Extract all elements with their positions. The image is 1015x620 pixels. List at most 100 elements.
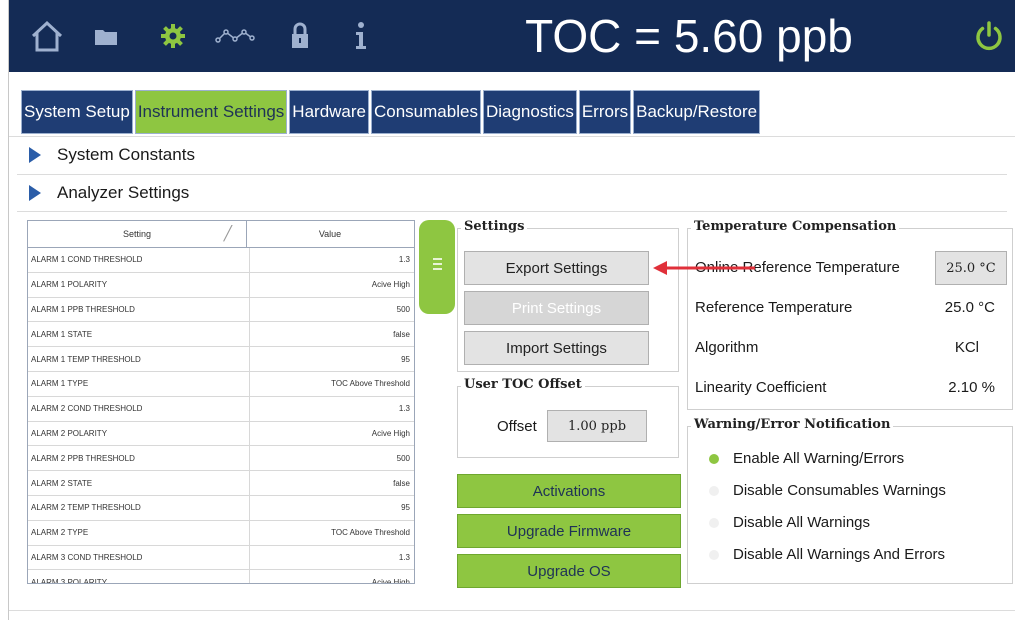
table-row[interactable]: ALARM 1 TEMP THRESHOLD 95 xyxy=(28,347,414,372)
divider xyxy=(9,610,1015,611)
expand-arrow-icon xyxy=(29,147,41,163)
section-label: Analyzer Settings xyxy=(57,183,190,202)
setting-name-cell: ALARM 1 STATE xyxy=(28,322,250,347)
offset-label: Offset xyxy=(497,418,537,435)
radio-disable-all-warnings[interactable]: Disable All Warnings xyxy=(709,514,870,531)
tab-consumables[interactable]: Consumables xyxy=(371,90,481,134)
info-icon[interactable] xyxy=(349,16,373,56)
setting-value-cell: TOC Above Threshold xyxy=(331,379,410,389)
setting-name-cell: ALARM 1 TEMP THRESHOLD xyxy=(28,347,250,371)
setting-value-cell: 500 xyxy=(396,453,410,463)
settings-table: Setting ╱ Value ALARM 1 COND THRESHOLD 1.… xyxy=(27,220,415,584)
offset-input[interactable]: 1.00 ppb xyxy=(547,410,647,442)
algorithm-label: Algorithm xyxy=(695,339,759,356)
setting-name-cell: ALARM 2 STATE xyxy=(28,471,250,495)
table-row[interactable]: ALARM 2 TYPE TOC Above Threshold xyxy=(28,520,414,546)
setting-name-cell: ALARM 1 COND THRESHOLD xyxy=(28,248,250,272)
upgrade-os-button[interactable]: Upgrade OS xyxy=(457,554,681,588)
divider xyxy=(17,211,1007,212)
setting-name-cell: ALARM 2 COND THRESHOLD xyxy=(28,396,250,421)
table-row[interactable]: ALARM 1 TYPE TOC Above Threshold xyxy=(28,371,414,397)
setting-value-cell: false xyxy=(393,478,410,488)
grip-icon xyxy=(433,258,442,270)
setting-value-cell: Acive High xyxy=(371,280,410,290)
section-label: System Constants xyxy=(57,145,195,164)
table-header: Setting ╱ Value xyxy=(28,221,414,248)
setting-name-cell: ALARM 1 TYPE xyxy=(28,371,250,396)
tab-system-setup[interactable]: System Setup xyxy=(21,90,133,134)
tab-backup-restore[interactable]: Backup/Restore xyxy=(633,90,761,134)
setting-value-cell: 1.3 xyxy=(398,404,410,414)
tab-hardware[interactable]: Hardware xyxy=(289,90,369,134)
linearity-coefficient-value: 2.10 % xyxy=(948,379,995,396)
folder-icon[interactable] xyxy=(91,18,121,54)
top-bar: TOC = 5.60 ppb xyxy=(9,0,1015,72)
setting-name-cell: ALARM 2 TEMP THRESHOLD xyxy=(28,495,250,520)
setting-value-cell: Acive High xyxy=(371,577,410,584)
setting-value-cell: 1.3 xyxy=(398,552,410,562)
column-header-setting[interactable]: Setting ╱ xyxy=(28,221,247,247)
gear-icon[interactable] xyxy=(155,16,191,56)
sort-icon: ╱ xyxy=(223,225,232,241)
table-row[interactable]: ALARM 2 STATE false xyxy=(28,471,414,496)
setting-name-cell: ALARM 3 POLARITY xyxy=(28,570,250,583)
table-row[interactable]: ALARM 2 PPB THRESHOLD 500 xyxy=(28,446,414,472)
radio-disable-consumables-warnings[interactable]: Disable Consumables Warnings xyxy=(709,482,946,499)
tab-errors[interactable]: Errors xyxy=(578,90,632,134)
table-row[interactable]: ALARM 1 COND THRESHOLD 1.3 xyxy=(28,248,414,273)
settings-group-label: Settings xyxy=(461,219,528,234)
radio-label: Enable All Warning/Errors xyxy=(733,450,905,467)
tab-diagnostics[interactable]: Diagnostics xyxy=(482,90,577,134)
setting-name-cell: ALARM 1 POLARITY xyxy=(28,272,250,297)
radio-label: Disable All Warnings xyxy=(733,514,870,531)
online-reference-temperature-input[interactable]: 25.0 °C xyxy=(935,251,1007,285)
linearity-coefficient-label: Linearity Coefficient xyxy=(695,379,827,396)
section-analyzer-settings[interactable]: Analyzer Settings xyxy=(29,175,189,211)
table-row[interactable]: ALARM 2 POLARITY Acive High xyxy=(28,421,414,447)
expand-arrow-icon xyxy=(29,185,41,201)
section-system-constants[interactable]: System Constants xyxy=(29,137,195,173)
radio-disable-all-warnings-and-errors[interactable]: Disable All Warnings And Errors xyxy=(709,546,945,563)
setting-name-cell: ALARM 3 COND THRESHOLD xyxy=(28,545,250,570)
radio-label: Disable All Warnings And Errors xyxy=(733,546,946,563)
table-row[interactable]: ALARM 1 STATE false xyxy=(28,322,414,348)
reference-temperature-value: 25.0 °C xyxy=(944,299,995,316)
trend-icon[interactable] xyxy=(213,20,257,52)
setting-value-cell: 95 xyxy=(401,503,410,513)
setting-name-cell: ALARM 2 PPB THRESHOLD xyxy=(28,446,250,471)
export-settings-button[interactable]: Export Settings xyxy=(464,251,649,285)
reference-temperature-label: Reference Temperature xyxy=(695,299,853,316)
activations-button[interactable]: Activations xyxy=(457,474,681,508)
radio-selected-icon xyxy=(709,453,719,464)
user-toc-offset-label: User TOC Offset xyxy=(461,377,585,392)
annotation-arrow xyxy=(653,261,755,275)
table-row[interactable]: ALARM 3 POLARITY Acive High xyxy=(28,570,414,584)
toc-readout: TOC = 5.60 ppb xyxy=(525,10,853,62)
print-settings-button[interactable]: Print Settings xyxy=(464,291,649,325)
radio-unselected-icon xyxy=(709,549,719,560)
setting-value-cell: 1.3 xyxy=(398,255,410,265)
tab-instrument-settings[interactable]: Instrument Settings xyxy=(134,90,288,134)
setting-value-cell: false xyxy=(393,329,410,339)
home-icon[interactable] xyxy=(27,16,67,56)
lock-icon[interactable] xyxy=(287,16,313,56)
table-body: ALARM 1 COND THRESHOLD 1.3 ALARM 1 POLARIT… xyxy=(28,248,414,584)
table-row[interactable]: ALARM 2 COND THRESHOLD 1.3 xyxy=(28,396,414,422)
import-settings-button[interactable]: Import Settings xyxy=(464,331,649,365)
upgrade-firmware-button[interactable]: Upgrade Firmware xyxy=(457,514,681,548)
power-icon[interactable] xyxy=(969,16,1009,56)
setting-name-cell: ALARM 2 POLARITY xyxy=(28,421,250,446)
radio-enable-all-warning-errors[interactable]: Enable All Warning/Errors xyxy=(709,450,904,467)
table-row[interactable]: ALARM 1 PPB THRESHOLD 500 xyxy=(28,297,414,323)
setting-value-cell: Acive High xyxy=(371,428,410,438)
panel-collapse-handle[interactable] xyxy=(419,220,455,314)
app-window: TOC = 5.60 ppb System Setup Instrument S… xyxy=(8,0,1015,620)
tab-bar: System Setup Instrument Settings Hardwar… xyxy=(21,90,762,136)
column-header-label: Value xyxy=(318,229,342,239)
table-row[interactable]: ALARM 1 POLARITY Acive High xyxy=(28,272,414,298)
radio-unselected-icon xyxy=(709,485,719,496)
table-row[interactable]: ALARM 3 COND THRESHOLD 1.3 xyxy=(28,545,414,571)
table-row[interactable]: ALARM 2 TEMP THRESHOLD 95 xyxy=(28,495,414,521)
column-header-value[interactable]: Value xyxy=(247,221,413,247)
radio-label: Disable Consumables Warnings xyxy=(733,482,946,499)
